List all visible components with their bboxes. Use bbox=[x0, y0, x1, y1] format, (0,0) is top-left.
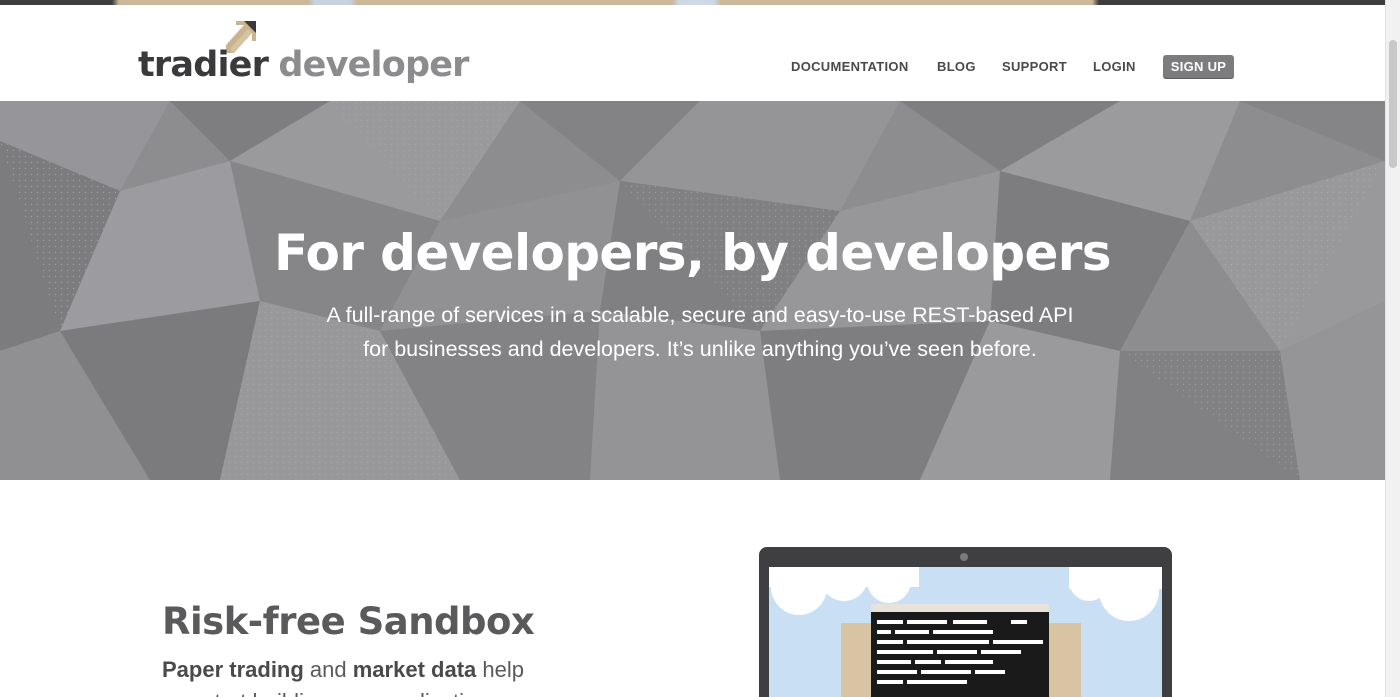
laptop-camera bbox=[960, 553, 968, 561]
logo-brand-text: tradier bbox=[138, 45, 269, 85]
laptop-illustration bbox=[759, 547, 1172, 697]
page-scrollbar[interactable] bbox=[1385, 0, 1400, 697]
sandbox-description-line-1: Paper trading and market data help bbox=[162, 654, 524, 686]
hero-polygon-background bbox=[0, 101, 1385, 480]
nav-support[interactable]: SUPPORT bbox=[1002, 56, 1067, 78]
logo-product-text: developer bbox=[278, 45, 469, 85]
terminal-window-illustration bbox=[871, 612, 1049, 697]
hero-subtitle-line-2: for businesses and developers. It’s unli… bbox=[363, 337, 1037, 361]
sign-up-button[interactable]: SIGN UP bbox=[1163, 55, 1234, 79]
hero-subtitle: A full-range of services in a scalable, … bbox=[0, 298, 1385, 366]
hero-subtitle-line-1: A full-range of services in a scalable, … bbox=[326, 303, 1074, 327]
paper-trading-text: Paper trading bbox=[162, 657, 304, 682]
nav-login[interactable]: LOGIN bbox=[1093, 56, 1136, 78]
market-data-text: market data bbox=[352, 657, 477, 682]
logo[interactable]: tradier developer bbox=[138, 19, 469, 89]
sandbox-title: Risk-free Sandbox bbox=[162, 600, 535, 643]
sandbox-description-line-2: you start building your applications bbox=[162, 686, 500, 697]
terminal-code-lines bbox=[877, 620, 1043, 684]
site-header: tradier developer DOCUMENTATION BLOG SUP… bbox=[0, 5, 1385, 101]
laptop-screen bbox=[769, 567, 1162, 697]
scrollbar-thumb[interactable] bbox=[1389, 40, 1397, 168]
hero-title: For developers, by developers bbox=[274, 224, 1112, 282]
hero-banner: For developers, by developers A full-ran… bbox=[0, 101, 1385, 480]
sandbox-help-text: help bbox=[476, 657, 524, 682]
sandbox-and-text: and bbox=[303, 657, 353, 682]
logo-wordmark: tradier developer bbox=[138, 45, 469, 85]
sandbox-section: Risk-free Sandbox Paper trading and mark… bbox=[0, 480, 1385, 697]
terminal-title-bar bbox=[871, 604, 1049, 612]
nav-blog[interactable]: BLOG bbox=[937, 56, 976, 78]
nav-documentation[interactable]: DOCUMENTATION bbox=[791, 56, 909, 78]
